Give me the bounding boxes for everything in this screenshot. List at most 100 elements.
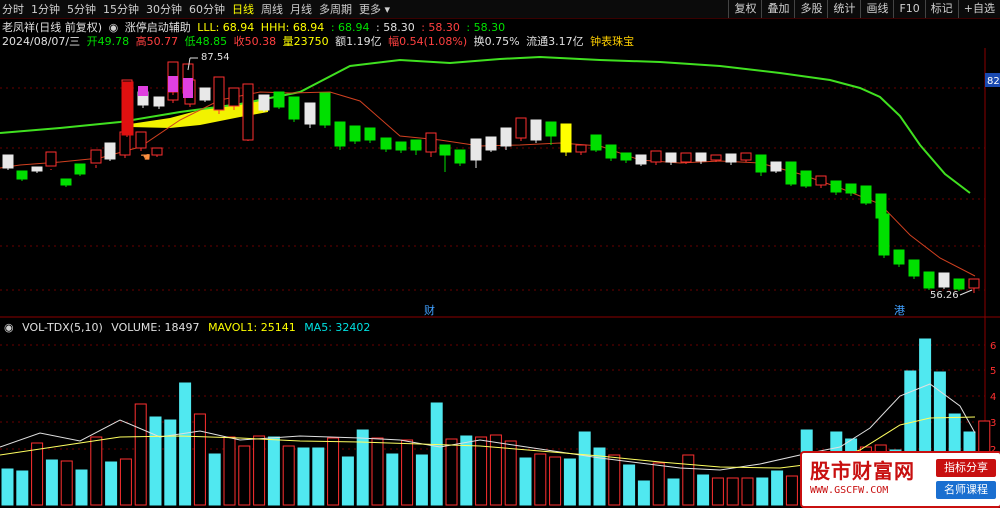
toolbar-action-7[interactable]: +自选 [957,0,1000,18]
period-tab-1[interactable]: 1分钟 [31,1,60,17]
quote-open: 开49.78 [86,35,130,48]
hand-cursor-icon: ☚ [140,150,151,164]
candle-body-3 [45,151,57,167]
period-tab-7[interactable]: 周线 [261,1,283,17]
volume-bar-18 [267,436,280,506]
candle-body-6 [90,149,102,164]
quote-sector[interactable]: 钟表珠宝 [590,35,634,48]
candle-body-67 [923,271,935,289]
volume-bar-22 [327,437,340,506]
candle-body-1 [16,170,28,180]
volume-bar-14 [208,453,221,506]
candle-body-49 [665,152,677,163]
short-ma-line [0,91,976,277]
volume-bar-49 [726,477,739,506]
volume-bar-24 [356,429,369,506]
volume-bar-28 [415,454,428,506]
quote-turnover: 换0.75% [473,35,520,48]
toolbar-actions: 复权 叠加 多股 统计 画线 F10 标记 +自选 [728,0,1000,18]
candle-body-51 [695,152,707,162]
volume-bar-37 [549,456,562,506]
candle-body-37 [485,136,497,151]
period-tab-3[interactable]: 15分钟 [103,1,139,17]
volume-bar-38 [563,458,576,506]
volume-axis-tick-0: 6 [990,341,996,352]
indicator-share-button[interactable]: 指标分享 [936,459,996,477]
volume-bar-43 [637,480,650,506]
volume-bar-2 [31,442,44,506]
watermark-title: 股市财富网 [810,459,915,483]
volume-bar-4 [60,460,73,506]
period-tab-8[interactable]: 月线 [290,1,312,17]
volume-bar-17 [253,435,266,506]
quote-amount: 额1.19亿 [335,35,382,48]
period-tab-5[interactable]: 60分钟 [189,1,225,17]
candle-body-66 [908,259,920,277]
volume-bar-27 [401,439,414,506]
volume-bar-36 [534,453,547,506]
candle-body-14 [153,96,165,107]
toolbar-action-6[interactable]: 标记 [924,0,958,18]
purple-candle-2 [168,76,178,92]
quote-date: 2024/08/07/三 [2,35,81,48]
volume-bar-33 [489,434,502,506]
candle-body-50 [680,152,692,163]
candle-body-9 [135,131,147,149]
price-axis-label: 82 [987,76,1000,87]
candle-body-21 [242,83,254,141]
watermark-url: WWW.GSCFW.COM [810,485,889,496]
candle-body-52 [710,154,722,161]
event-marker-cai: 财 [424,303,435,316]
volume-bar-29 [430,402,443,506]
candle-body-62 [860,185,872,204]
candle-body-19 [213,76,225,111]
volume-bar-52 [771,470,784,506]
period-tab-0[interactable]: 分时 [2,1,24,17]
candle-body-17 [199,87,211,101]
toolbar-action-0[interactable]: 复权 [728,0,761,18]
candle-body-20 [228,87,240,107]
period-tab-10[interactable]: 更多 ▾ [359,1,390,17]
period-tab-4[interactable]: 30分钟 [146,1,182,17]
candle-body-33 [425,132,437,153]
candle-body-39 [515,117,527,139]
period-tab-2[interactable]: 5分钟 [67,1,96,17]
volume-bar-23 [341,456,354,506]
candle-body-5 [74,163,86,175]
quote-info: 2024/08/07/三 开49.78 高50.77 低48.85 收50.38… [2,33,637,49]
toolbar-action-5[interactable]: F10 [893,0,924,18]
volume-bar-11 [164,419,177,506]
price-chart[interactable]: 82 87.54 56.26 财 港 ☚ [0,48,1000,316]
volume-bar-32 [475,436,488,506]
candle-body-69 [953,278,965,290]
candle-body-25 [304,102,316,125]
volume-bar-45 [667,478,680,506]
volume-bar-50 [741,477,754,506]
period-tab-9[interactable]: 多周期 [319,1,352,17]
quote-float: 流通3.17亿 [526,35,584,48]
high-price-annotation: 87.54 [201,52,230,63]
volume-bar-16 [238,445,251,506]
candle-body-55 [755,154,767,173]
volume-bar-39 [578,431,591,506]
purple-candle-3 [183,78,193,98]
teacher-course-button[interactable]: 名师课程 [936,481,996,499]
toolbar-action-4[interactable]: 画线 [860,0,893,18]
quote-high: 高50.77 [135,35,179,48]
volume-bar-35 [519,457,532,506]
candle-body-7 [104,142,116,160]
candle-body-43 [575,144,587,153]
volume-bar-26 [386,453,399,506]
candle-body-59 [815,175,827,186]
volume-bar-19 [282,445,295,506]
candle-body-35 [454,149,466,164]
candle-body-44 [590,134,602,151]
volume-bar-10 [149,416,162,506]
volume-bar-7 [105,461,118,506]
toolbar-action-2[interactable]: 多股 [794,0,827,18]
period-tab-6[interactable]: 日线 [232,1,254,17]
candle-body-47 [635,154,647,165]
candle-body-23 [273,91,285,108]
toolbar-action-1[interactable]: 叠加 [761,0,794,18]
toolbar-action-3[interactable]: 统计 [827,0,860,18]
